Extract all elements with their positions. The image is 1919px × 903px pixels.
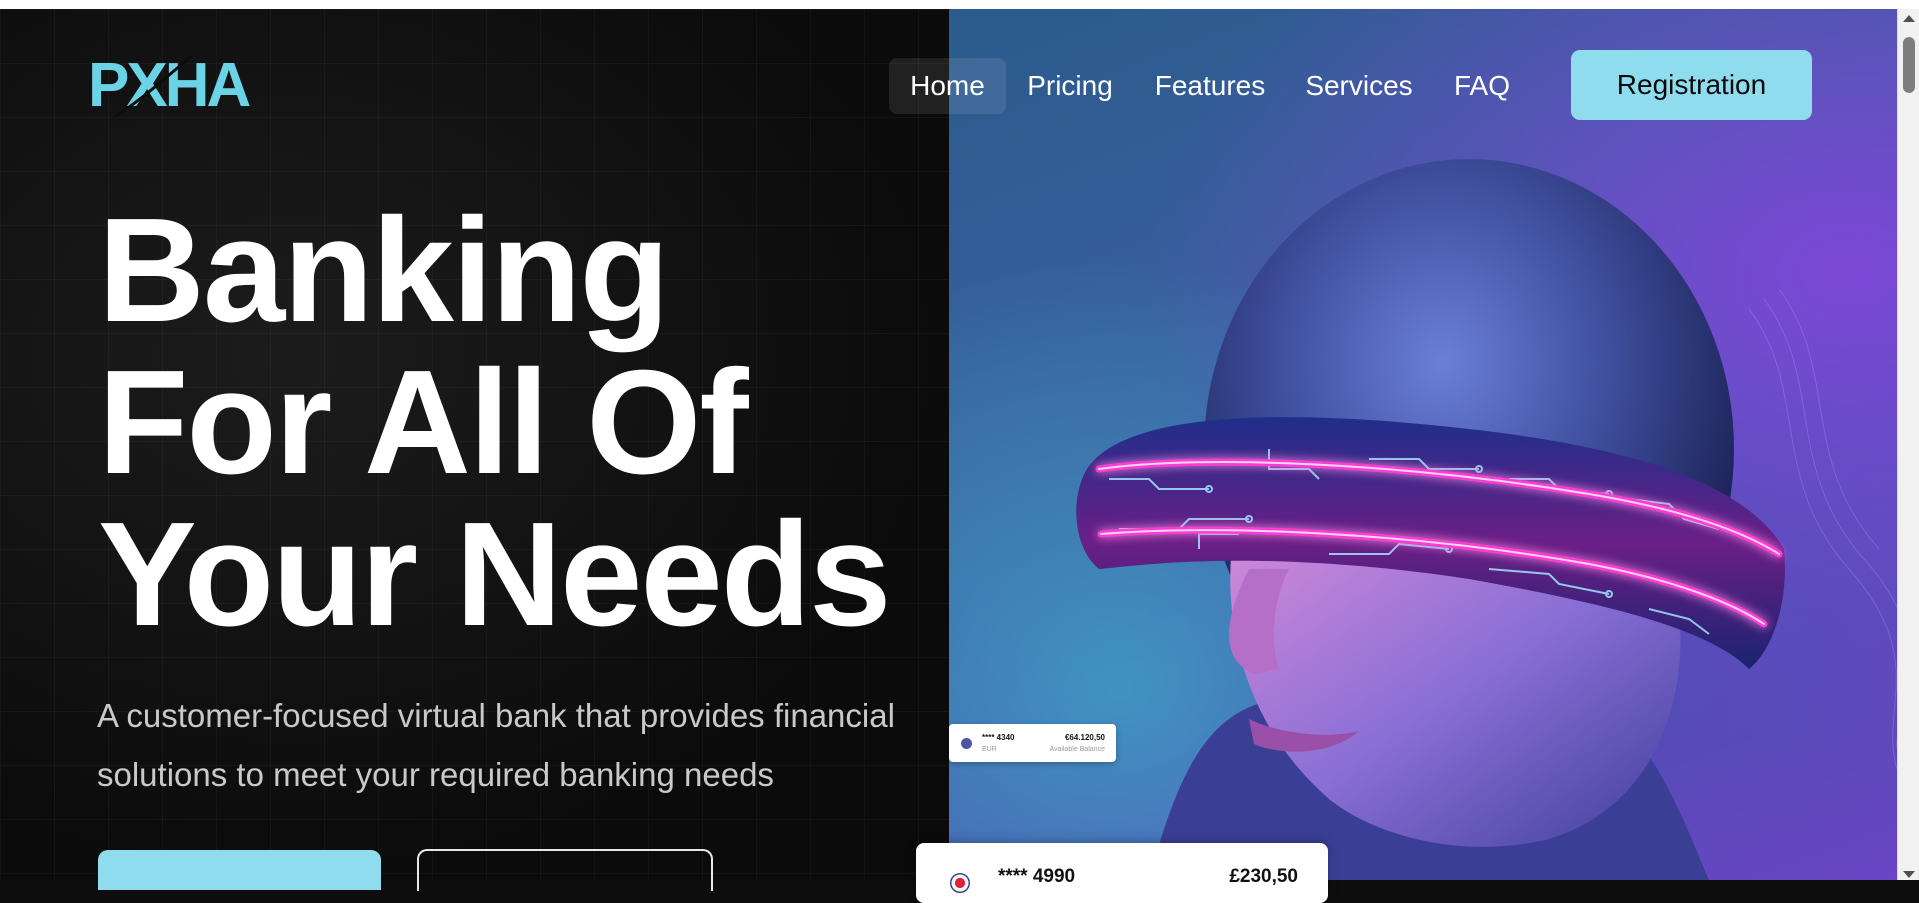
nav-features[interactable]: Features: [1146, 58, 1274, 114]
account-card-gbp: **** 4990 £230,50: [916, 843, 1328, 903]
chevron-up-icon[interactable]: [1903, 15, 1915, 22]
headline-line-1: Banking: [98, 188, 670, 353]
hero-subtext: A customer-focused virtual bank that pro…: [97, 697, 895, 793]
browser-top-edge: [0, 0, 1919, 9]
account-card-eur: **** 4340 EUR €64.120,50 Available Balan…: [949, 724, 1116, 762]
account-balance: €64.120,50: [1064, 733, 1105, 742]
pxha-logo[interactable]: PXHA: [88, 50, 268, 120]
account-balance: £230,50: [1229, 866, 1298, 887]
registration-button[interactable]: Registration: [1571, 50, 1812, 120]
headline-line-3: Your Needs: [98, 492, 891, 657]
chevron-down-icon[interactable]: [1903, 871, 1915, 878]
account-number: **** 4340: [982, 733, 1015, 742]
secondary-cta-button[interactable]: [417, 849, 713, 891]
svg-text:PXHA: PXHA: [88, 51, 250, 120]
currency-dot-icon: [961, 738, 972, 749]
nav-pricing[interactable]: Pricing: [1020, 58, 1120, 114]
account-currency: EUR: [982, 746, 997, 753]
gb-flag-icon: [950, 873, 970, 893]
primary-cta-button[interactable]: [98, 850, 381, 890]
logo-mark: PXHA: [88, 51, 253, 120]
page-scrollbar[interactable]: [1897, 9, 1919, 880]
hero-headline: Banking For All Of Your Needs: [98, 195, 958, 651]
nav-home[interactable]: Home: [889, 58, 1006, 114]
balance-label: Available Balance: [1049, 746, 1105, 753]
nav-faq[interactable]: FAQ: [1446, 58, 1518, 114]
headline-line-2: For All Of: [98, 340, 749, 505]
account-number: **** 4990: [998, 866, 1076, 887]
nav-services[interactable]: Services: [1298, 58, 1420, 114]
scroll-thumb[interactable]: [1903, 37, 1915, 93]
